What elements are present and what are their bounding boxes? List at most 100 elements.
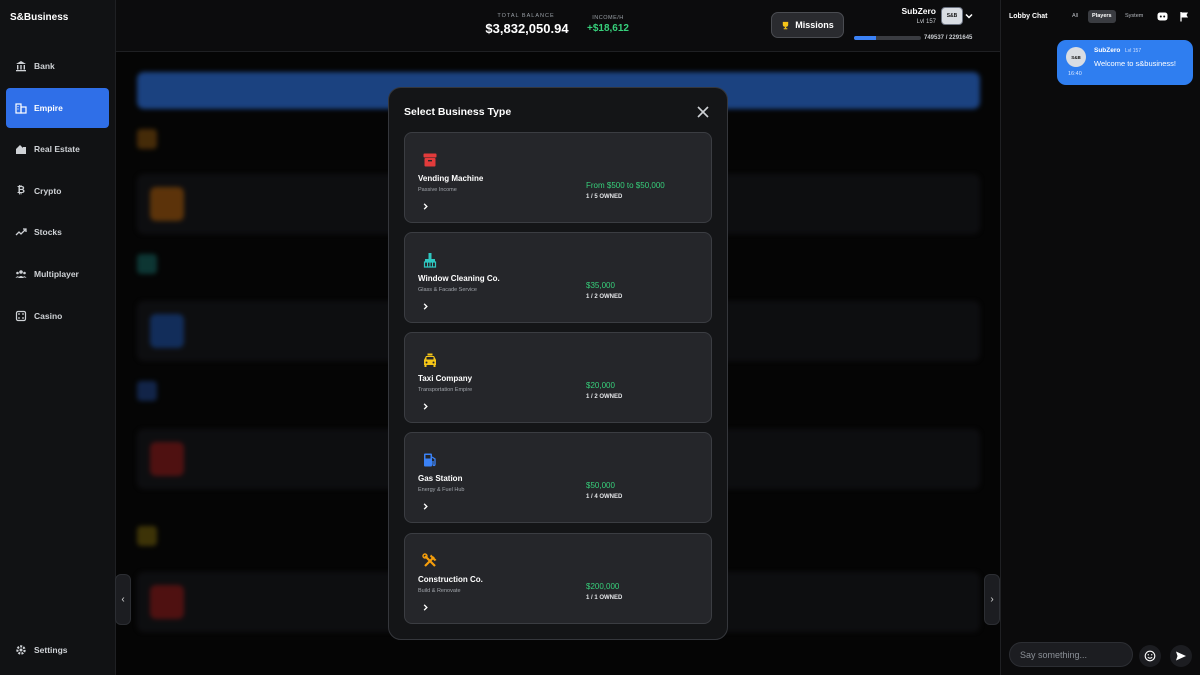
message-time: 16:40 [1068,71,1082,77]
missions-label: Missions [795,20,834,30]
chevron-right-icon [423,604,428,611]
business-desc: Transportation Empire [418,387,473,393]
tools-icon [422,553,437,567]
smiley-icon [1144,650,1156,662]
business-name: Window Cleaning Co. [418,274,500,283]
vending-icon [423,153,437,167]
chat-message: S&B SubZero Lvl 157 Welcome to s&busines… [1057,40,1193,85]
sidebar-item-bank[interactable]: Bank [6,46,109,86]
business-name: Vending Machine [418,174,484,183]
discord-icon[interactable] [1157,11,1168,22]
select-business-modal: Select Business Type Vending Machine Pas… [388,87,728,640]
send-icon [1176,651,1186,661]
chat-tab-all[interactable]: All [1068,10,1082,23]
chevron-right-icon [423,503,428,510]
business-owned: 1 / 4 OWNED [586,494,623,500]
business-owned: 1 / 1 OWNED [586,595,623,601]
sidebar-item-label: Multiplayer [34,268,79,279]
gear-icon [15,644,27,656]
brush-icon [423,253,437,268]
chevron-left-icon: ‹ [121,594,125,605]
business-desc: Glass & Facade Service [418,287,477,293]
business-desc: Energy & Fuel Hub [418,487,465,493]
chat-input[interactable] [1009,642,1133,667]
modal-title: Select Business Type [404,106,512,118]
fuel-icon [424,453,436,467]
sidebar-item-label: Empire [34,102,63,113]
chevron-right-icon [423,303,428,310]
business-price: $20,000 [586,381,615,390]
settings-label: Settings [34,645,68,655]
flag-icon[interactable] [1179,11,1190,22]
message-level: Lvl 157 [1125,48,1142,54]
sidebar-item-settings[interactable]: Settings [6,636,109,664]
total-balance-label: TOTAL BALANCE [497,13,555,19]
trophy-icon [783,21,789,29]
sidebar-item-crypto[interactable]: ₿ Crypto [6,171,109,211]
taxi-icon [424,353,436,367]
sidebar-item-label: Bank [34,61,55,71]
real-estate-icon [15,143,27,155]
chevron-right-icon [423,403,428,410]
message-user: SubZero [1094,47,1121,54]
chevron-right-icon [423,203,428,210]
sidebar-item-label: Stocks [34,227,62,238]
business-option-construction[interactable]: Construction Co. Build & Renovate $200,0… [404,533,712,624]
sidebar-item-real-estate[interactable]: Real Estate [6,129,109,169]
business-price: $35,000 [586,281,615,290]
business-name: Gas Station [418,474,463,483]
avatar[interactable]: S&B [941,7,963,25]
xp-progress-fill [854,36,876,40]
business-name: Construction Co. [418,575,483,584]
sidebar-item-empire[interactable]: Empire [6,87,109,128]
message-avatar: S&B [1066,47,1086,67]
empire-icon [15,102,27,114]
income-value: +$18,612 [587,23,629,34]
bank-icon [15,60,27,72]
business-desc: Passive Income [418,187,457,193]
xp-progress-bar [854,36,921,40]
close-icon[interactable] [695,104,711,120]
emoji-button[interactable] [1139,645,1161,667]
message-text: Welcome to s&business! [1094,59,1176,68]
user-name: SubZero [901,6,936,16]
chat-title: Lobby Chat [1009,13,1048,20]
lobby-chat-panel: Lobby Chat All Players System S&B SubZer… [1000,0,1200,675]
bitcoin-icon: ₿ [16,185,26,197]
sidebar-item-label: Casino [34,310,63,321]
sidebar: S&Business Bank Empire Real Estate ₿ Cry… [0,0,116,675]
collapse-sidebar-button[interactable]: ‹ [115,574,131,625]
sidebar-item-label: Real Estate [34,144,80,155]
business-owned: 1 / 2 OWNED [586,294,623,300]
business-desc: Build & Renovate [418,588,461,594]
business-option-vending-machine[interactable]: Vending Machine Passive Income From $500… [404,132,712,223]
chevron-right-icon: › [990,594,994,605]
total-balance-value: $3,832,050.94 [485,21,569,36]
chat-header: Lobby Chat All Players System [1001,0,1200,34]
business-price: From $500 to $50,000 [586,181,665,190]
business-owned: 1 / 2 OWNED [586,394,623,400]
sidebar-item-casino[interactable]: Casino [6,296,109,336]
sidebar-item-label: Crypto [34,185,62,196]
business-name: Taxi Company [418,374,473,383]
sidebar-item-stocks[interactable]: Stocks [6,212,109,252]
chat-tab-players[interactable]: Players [1088,10,1116,23]
dice-icon [15,310,27,322]
user-level: Lvl 157 [916,19,936,25]
users-icon [15,268,27,280]
business-owned: 1 / 5 OWNED [586,194,623,200]
sidebar-nav: Bank Empire Real Estate ₿ Crypto Stocks [6,46,109,337]
income-label: INCOME/H [592,15,624,21]
top-bar: TOTAL BALANCE $3,832,050.94 INCOME/H +$1… [116,0,1000,52]
send-button[interactable] [1170,645,1192,667]
missions-button[interactable]: Missions [771,12,844,38]
expand-chat-button[interactable]: › [984,574,1000,625]
business-option-gas-station[interactable]: Gas Station Energy & Fuel Hub $50,000 1 … [404,432,712,523]
business-option-taxi-company[interactable]: Taxi Company Transportation Empire $20,0… [404,332,712,423]
chat-tab-system[interactable]: System [1121,10,1147,23]
business-option-window-cleaning[interactable]: Window Cleaning Co. Glass & Facade Servi… [404,232,712,323]
business-price: $50,000 [586,481,615,490]
chevron-down-icon[interactable] [964,11,974,21]
sidebar-item-multiplayer[interactable]: Multiplayer [6,254,109,294]
trend-icon [15,226,27,238]
